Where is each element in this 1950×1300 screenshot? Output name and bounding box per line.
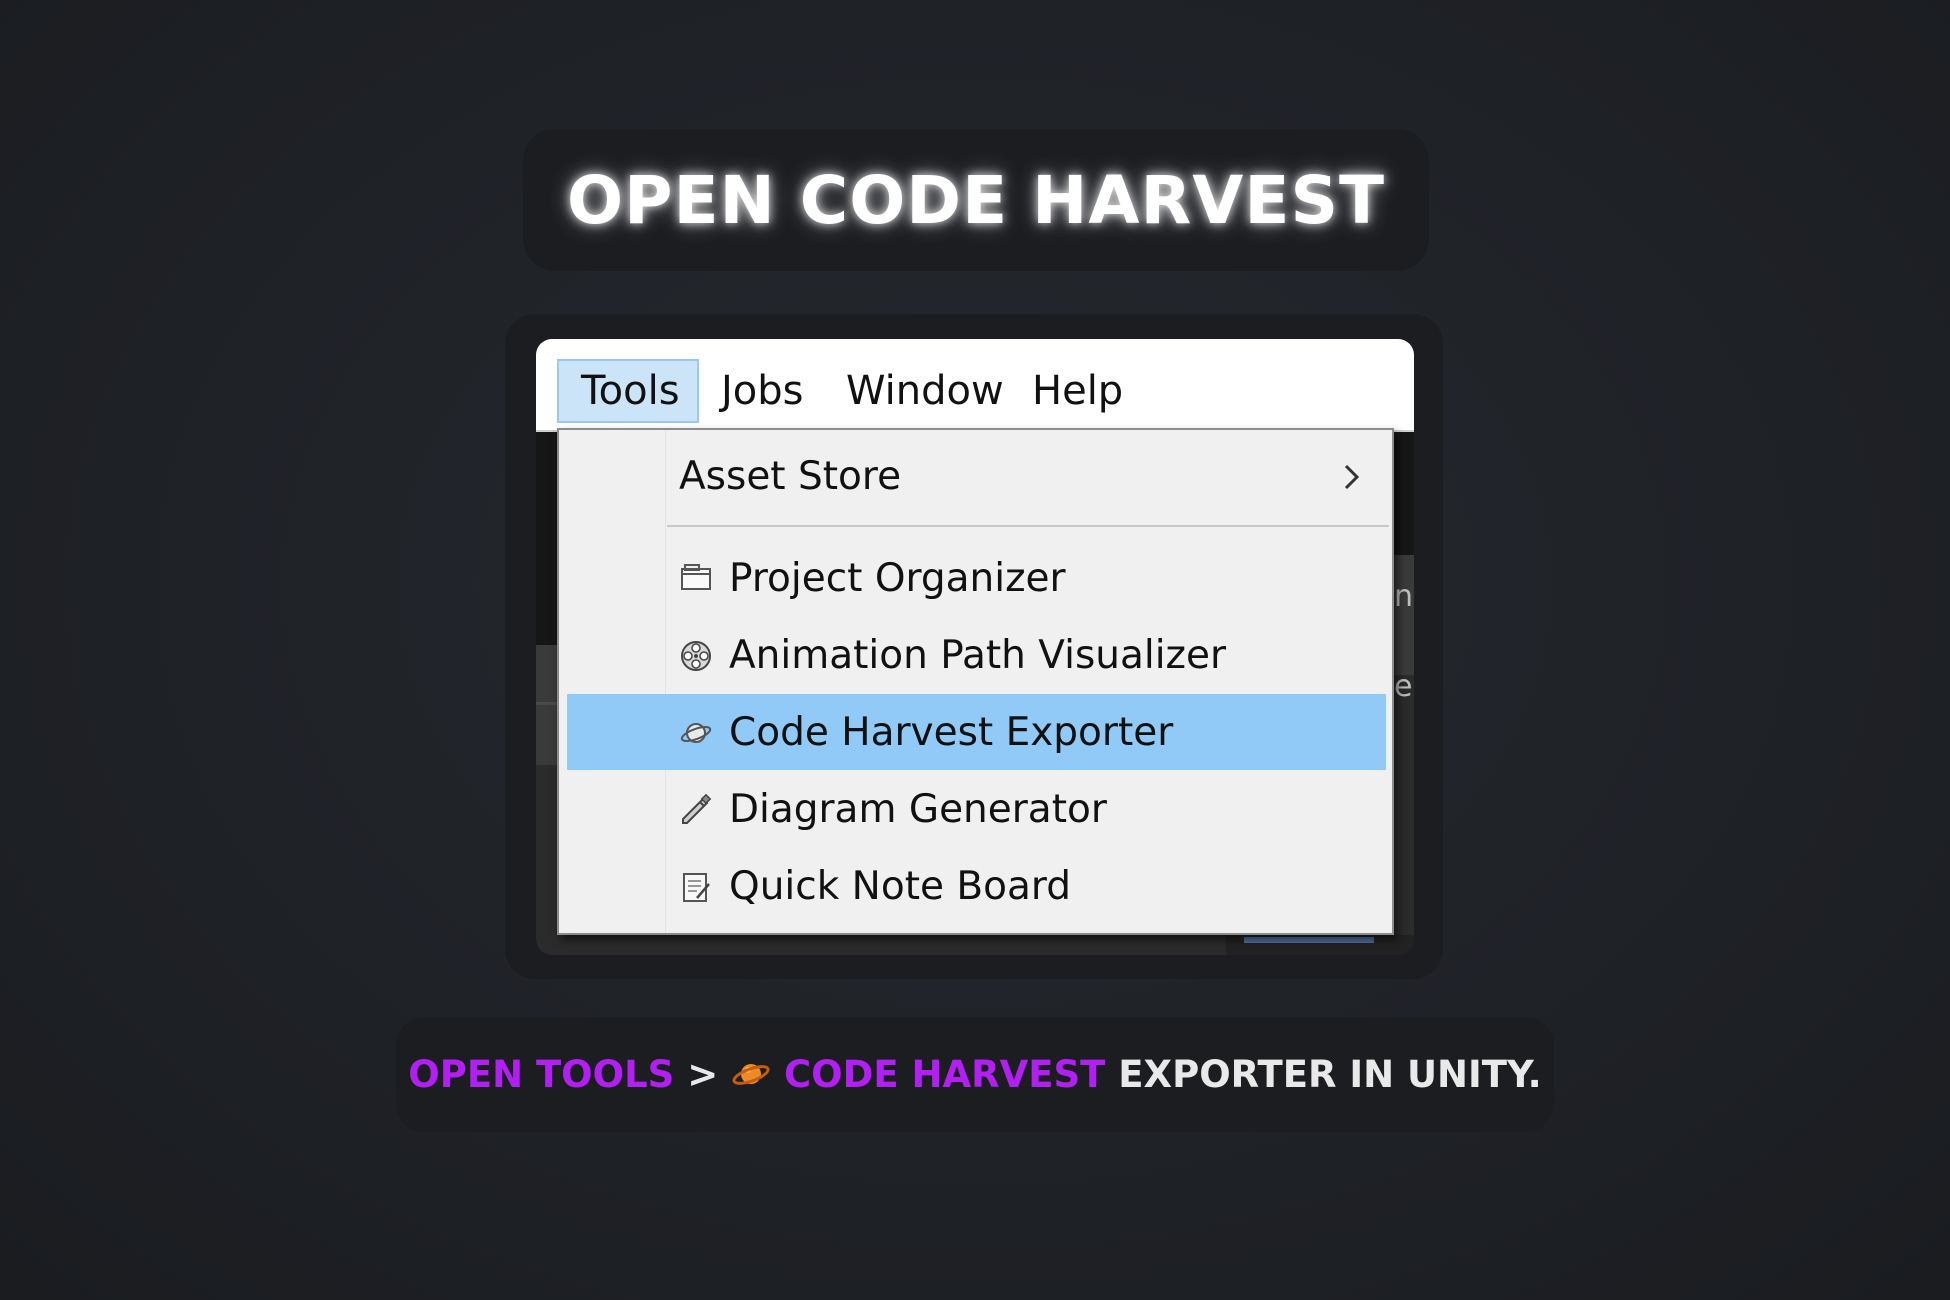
menu-item-label: Project Organizer (729, 555, 1066, 601)
editor-right-glyph-2: e (1394, 669, 1413, 704)
menu-item-label: Asset Store (679, 453, 902, 499)
menu-jobs[interactable]: Jobs (699, 359, 824, 423)
title-banner: OPEN CODE HARVEST (523, 129, 1429, 271)
caption-code-harvest: CODE HARVEST (784, 1053, 1106, 1096)
instruction-caption: OPEN TOOLS > CODE HARVEST EXPORTER IN UN… (408, 1053, 1541, 1096)
page-title: OPEN CODE HARVEST (566, 161, 1386, 239)
editor-blue-tab (1244, 937, 1374, 943)
menu-item-animation-path-visualizer[interactable]: Animation Path Visualizer (567, 617, 1386, 693)
menu-item-project-organizer[interactable]: Project Organizer (567, 540, 1386, 616)
menu-item-code-harvest-exporter[interactable]: Code Harvest Exporter (567, 694, 1386, 770)
caption-banner: OPEN TOOLS > CODE HARVEST EXPORTER IN UN… (396, 1017, 1554, 1132)
menu-item-asset-store[interactable]: Asset Store (567, 438, 1386, 514)
editor-right-glyph: n (1394, 579, 1414, 614)
menu-item-diagram-generator[interactable]: Diagram Generator (567, 771, 1386, 847)
caption-separator: > (687, 1053, 719, 1096)
menu-item-label: Animation Path Visualizer (729, 632, 1227, 678)
pencil-icon (682, 793, 712, 824)
tools-dropdown: Asset Store Project Organizer Animation … (557, 428, 1394, 935)
menu-item-label: Code Harvest Exporter (729, 709, 1174, 755)
menu-window[interactable]: Window (824, 359, 1010, 423)
film-reel-icon (681, 641, 711, 671)
caption-open-tools: OPEN TOOLS (408, 1053, 675, 1096)
planet-icon (680, 723, 712, 743)
menu-bar: Tools Jobs Window Help (536, 339, 1414, 432)
editor-screenshot: n e Tools Jobs Window Help Asset Store P… (536, 339, 1414, 955)
menu-item-quick-note-board[interactable]: Quick Note Board (567, 848, 1386, 924)
menu-tools[interactable]: Tools (557, 359, 699, 423)
menu-help[interactable]: Help (1010, 359, 1134, 423)
menu-item-label: Quick Note Board (729, 863, 1072, 909)
menu-separator (667, 525, 1389, 527)
chevron-right-icon (1344, 464, 1360, 490)
menu-item-label: Diagram Generator (729, 786, 1107, 832)
window-icon (681, 564, 711, 590)
notepad-icon (683, 873, 710, 902)
caption-exporter: EXPORTER IN UNITY. (1118, 1053, 1542, 1096)
planet-icon (732, 1064, 770, 1085)
